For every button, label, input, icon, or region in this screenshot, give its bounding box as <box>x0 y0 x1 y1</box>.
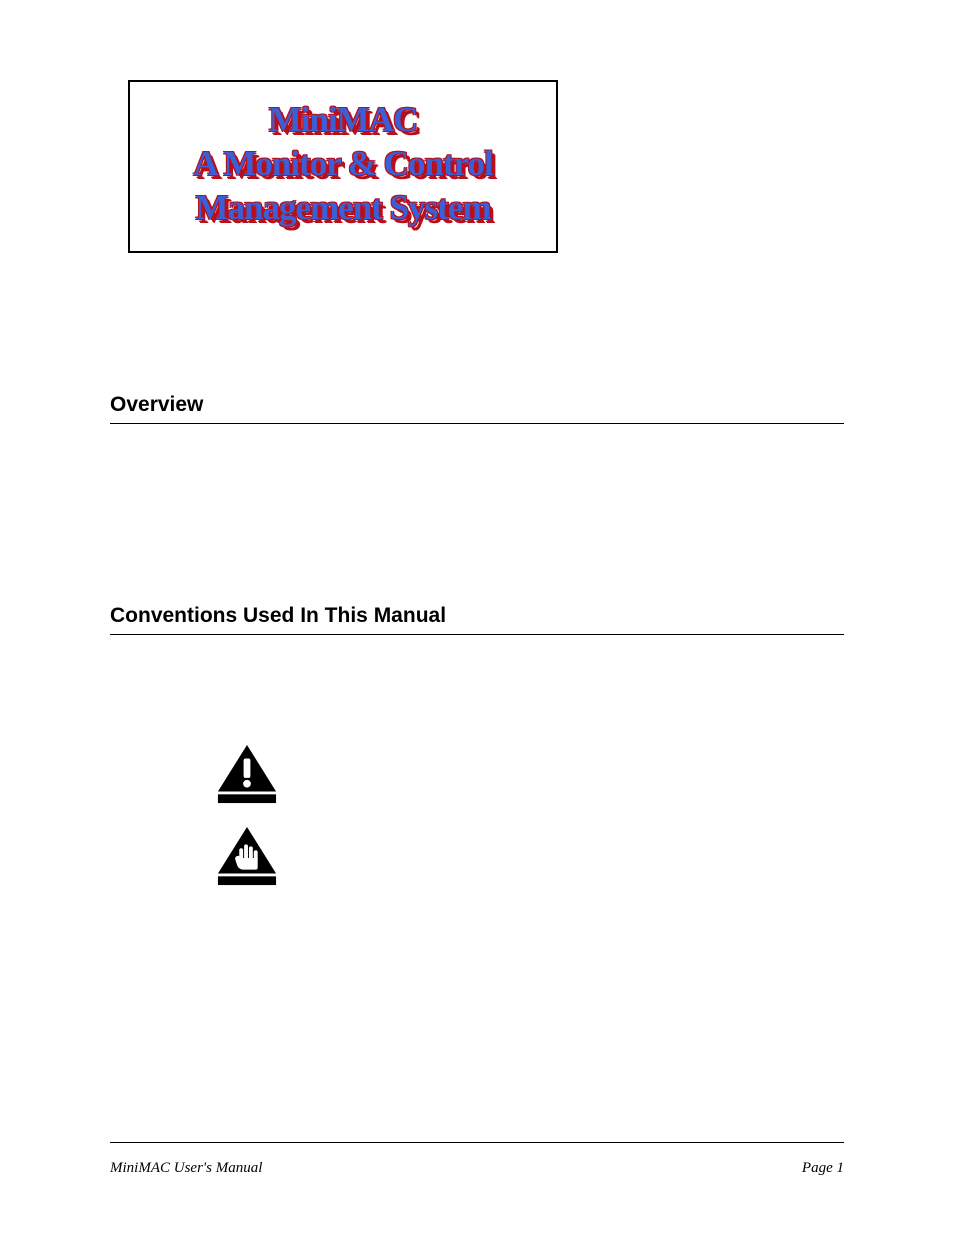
footer-page-number: Page 1 <box>802 1160 844 1177</box>
section-conventions: Conventions Used In This Manual <box>110 604 844 887</box>
section-rule <box>110 634 844 635</box>
conventions-heading: Conventions Used In This Manual <box>110 604 844 628</box>
caution-triangle-exclamation-icon <box>216 743 278 805</box>
logo-line-2: A Monitor & Control <box>193 144 493 183</box>
product-logo-wordart: MiniMAC A Monitor & Control Management S… <box>140 98 546 229</box>
logo-line-1: MiniMAC <box>269 100 418 139</box>
caution-symbol <box>216 735 288 805</box>
overview-heading: Overview <box>110 393 844 417</box>
page-footer: MiniMAC User's Manual Page 1 <box>110 1160 844 1177</box>
section-overview: Overview <box>110 393 844 424</box>
footer-rule <box>110 1142 844 1143</box>
warning-triangle-hand-icon <box>216 825 278 887</box>
manual-symbol-icons <box>216 735 288 887</box>
logo-line-3: Management System <box>195 188 490 227</box>
product-logo-box: MiniMAC A Monitor & Control Management S… <box>128 80 558 253</box>
section-rule <box>110 423 844 424</box>
warning-symbol <box>216 817 288 887</box>
footer-doc-title: MiniMAC User's Manual <box>110 1160 262 1177</box>
